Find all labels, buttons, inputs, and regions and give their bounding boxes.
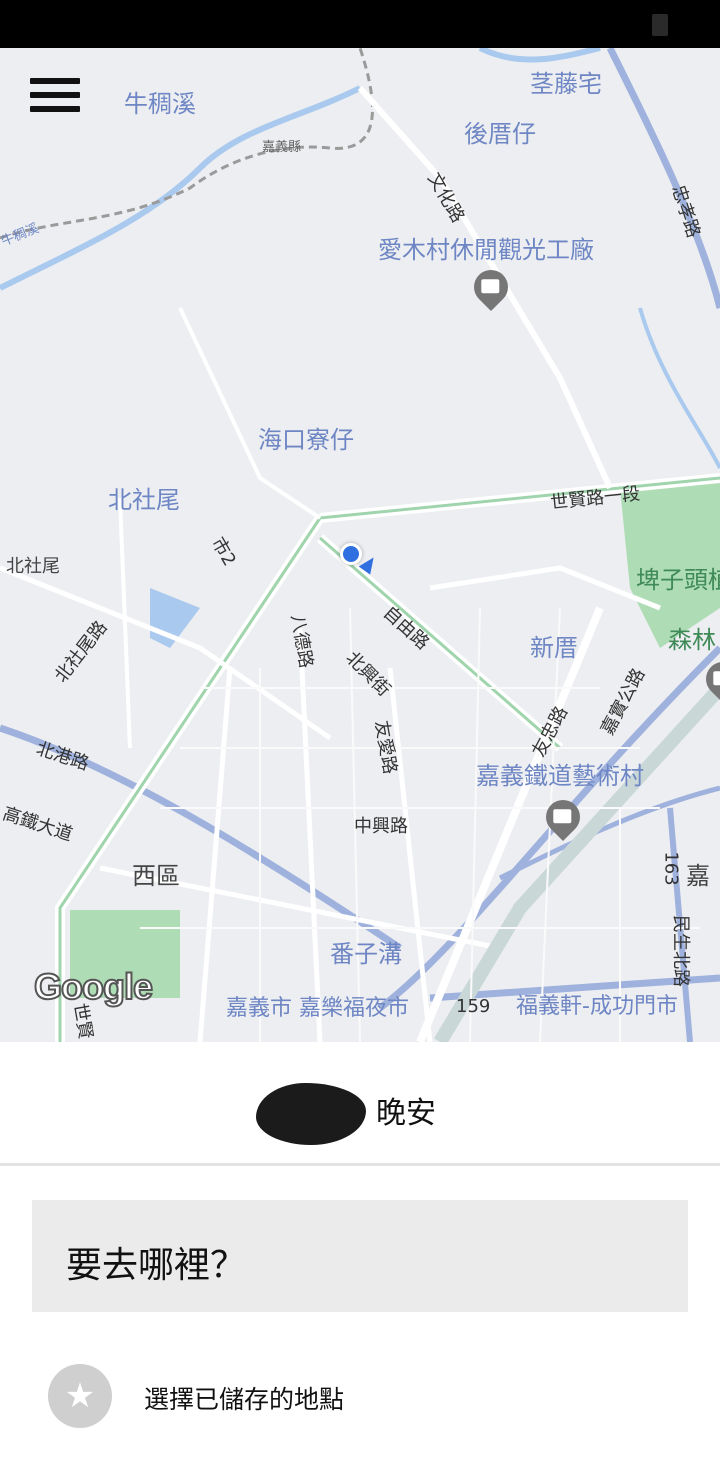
status-bar <box>0 0 720 48</box>
current-location-dot <box>340 543 362 565</box>
battery-icon <box>652 14 668 36</box>
map-label: 愛木村休閒觀光工廠 <box>378 236 594 264</box>
map-label: 福義軒-成功門市 <box>516 994 678 1019</box>
map-label: 番子溝 <box>330 940 402 968</box>
map-label: 森林 <box>668 626 716 654</box>
map-label: 新厝 <box>530 634 578 662</box>
saved-places-label: 選擇已儲存的地點 <box>144 1385 345 1414</box>
map-label: 163 <box>660 851 682 886</box>
map-label: 牛稠溪 <box>124 90 196 118</box>
map-label: 後厝仔 <box>464 120 536 148</box>
map-label: 茎藤宅 <box>530 70 602 98</box>
menu-button[interactable] <box>30 78 82 118</box>
search-placeholder: 要去哪裡？ <box>66 1245 247 1286</box>
destination-search-input[interactable]: 要去哪裡？ <box>32 1200 688 1312</box>
greeting-text: 晚安 <box>376 1096 436 1131</box>
map-label: 埤子頭植 <box>636 566 720 594</box>
map-label: 嘉義縣 <box>262 140 302 155</box>
map-label: 民生北路 <box>670 915 691 987</box>
hamburger-icon <box>30 78 80 84</box>
map-label: 嘉義市 嘉樂福夜市 <box>226 996 409 1021</box>
star-icon: ★ <box>48 1364 112 1428</box>
map-label: 嘉 <box>686 862 710 890</box>
map-roads <box>0 48 720 1042</box>
map-label: 159 <box>456 996 491 1017</box>
map-label: 西區 <box>132 862 180 890</box>
saved-places-button[interactable]: ★ 選擇已儲存的地點 <box>0 1340 720 1450</box>
map-label: 北社尾 <box>108 486 180 514</box>
map-label: 海口寮仔 <box>258 426 354 454</box>
map-label: 中興路 <box>354 816 408 837</box>
map-label: 北社尾 <box>6 556 60 577</box>
map-label: 嘉義鐵道藝術村 <box>476 762 644 790</box>
google-logo: Google <box>33 965 154 1008</box>
map-view[interactable]: 牛稠溪 茎藤宅 後厝仔 嘉義縣 牛稠溪 文化路 忠孝路 愛木村休閒觀光工廠 海口… <box>0 48 720 1042</box>
